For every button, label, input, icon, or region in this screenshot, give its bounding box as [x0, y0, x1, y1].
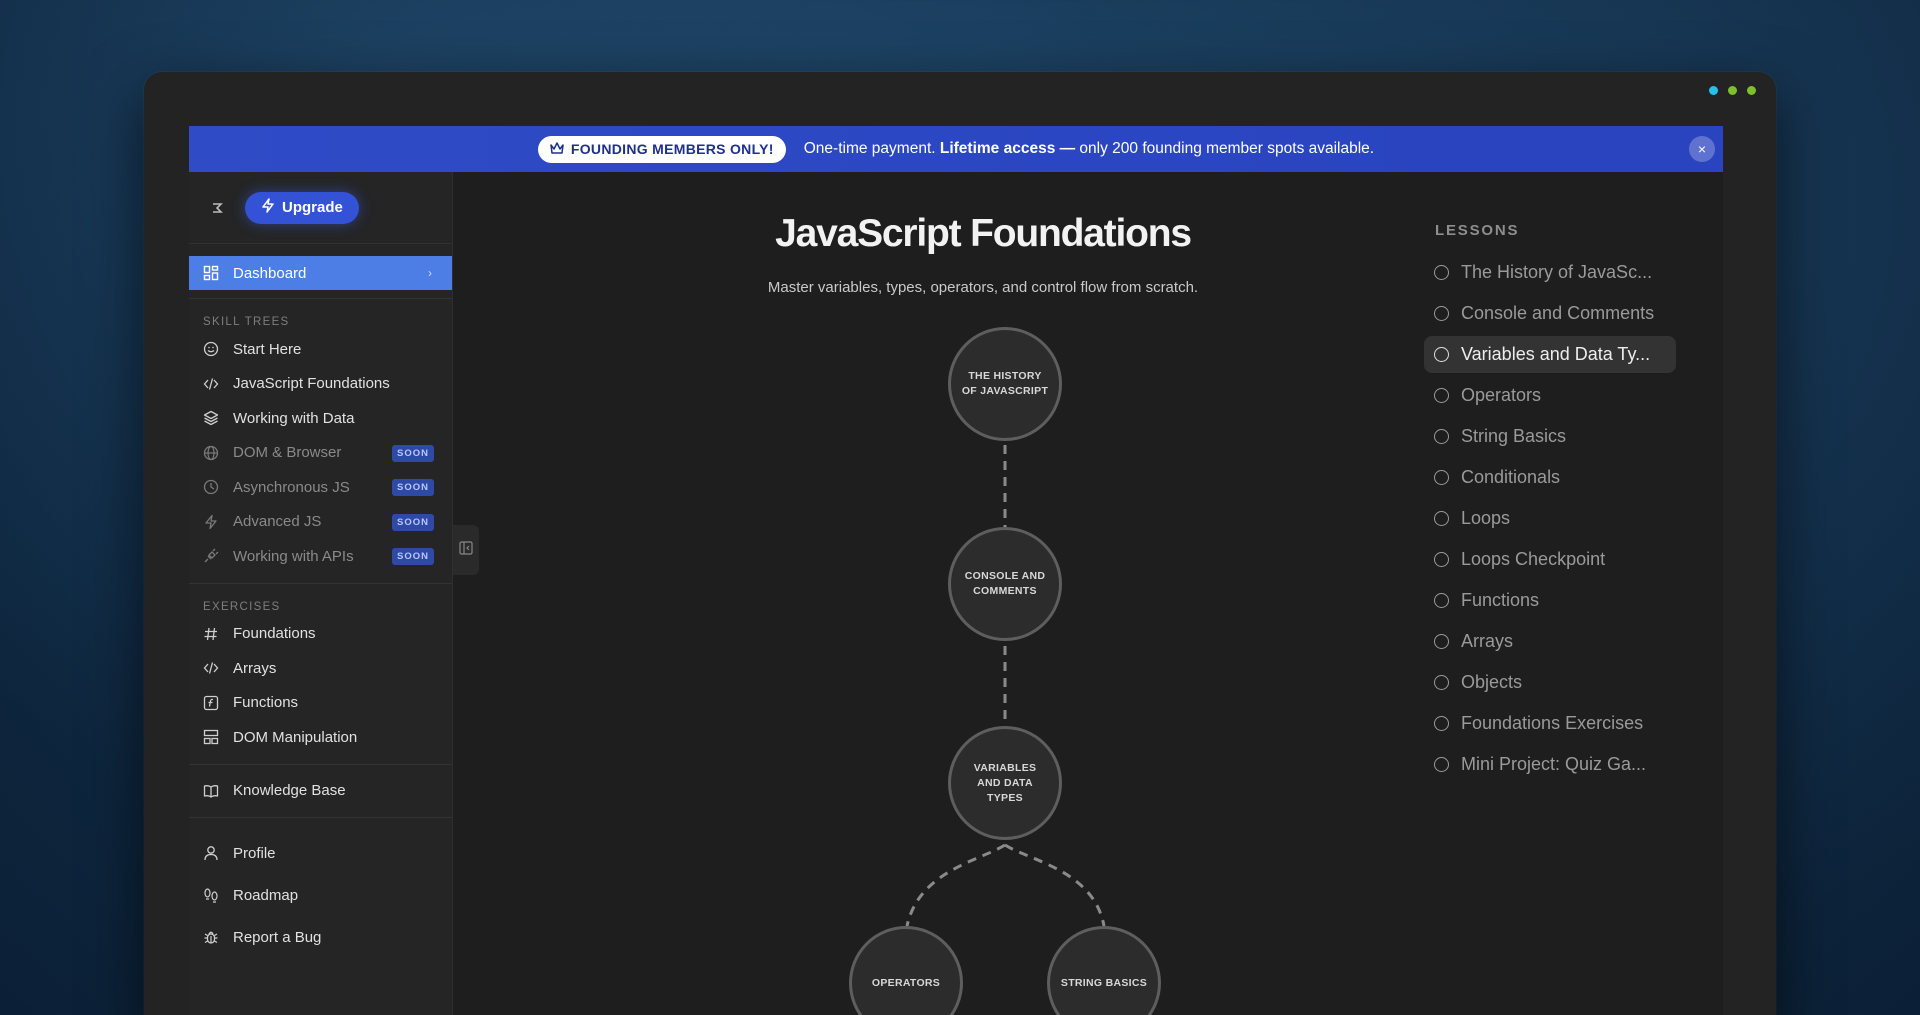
lesson-item[interactable]: Arrays — [1424, 623, 1676, 660]
lesson-item[interactable]: Loops Checkpoint — [1424, 541, 1676, 578]
lesson-item[interactable]: The History of JavaSc... — [1424, 254, 1676, 291]
lessons-panel: LESSONS The History of JavaSc... Console … — [1424, 222, 1694, 787]
skill-node-label: CONSOLE AND COMMENTS — [964, 570, 1046, 597]
window-dot-3[interactable] — [1747, 86, 1756, 95]
circle-icon — [1434, 716, 1449, 731]
lesson-label: Loops Checkpoint — [1461, 549, 1606, 569]
lesson-label: The History of JavaSc... — [1461, 262, 1653, 282]
lesson-label: Loops — [1461, 508, 1511, 528]
lesson-label: String Basics — [1461, 426, 1567, 446]
circle-icon — [1434, 757, 1449, 772]
window-controls — [1709, 86, 1756, 95]
lesson-label: Operators — [1461, 385, 1542, 405]
skill-node-label: VARIABLES AND DATA TYPES — [973, 761, 1037, 804]
connector-variables-operators — [905, 843, 1006, 927]
circle-icon — [1434, 634, 1449, 649]
skill-node-variables[interactable]: VARIABLES AND DATA TYPES — [948, 726, 1062, 840]
window-dot-1[interactable] — [1709, 86, 1718, 95]
circle-icon — [1434, 470, 1449, 485]
lesson-item[interactable]: Foundations Exercises — [1424, 705, 1676, 742]
lesson-list: The History of JavaSc... Console and Comm… — [1424, 254, 1694, 783]
lesson-label: Foundations Exercises — [1461, 713, 1644, 733]
lesson-item[interactable]: Loops — [1424, 500, 1676, 537]
circle-icon — [1434, 675, 1449, 690]
lesson-item[interactable]: Operators — [1424, 377, 1676, 414]
circle-icon — [1434, 347, 1449, 362]
skill-node-label: STRING BASICS — [1060, 976, 1148, 989]
lesson-item[interactable]: Variables and Data Ty... — [1424, 336, 1676, 373]
circle-icon — [1434, 306, 1449, 321]
lesson-item[interactable]: String Basics — [1424, 418, 1676, 455]
lesson-label: Conditionals — [1461, 467, 1561, 487]
lesson-item[interactable]: Functions — [1424, 582, 1676, 619]
window-dot-2[interactable] — [1728, 86, 1737, 95]
lesson-label: Variables and Data Ty... — [1461, 344, 1651, 364]
lesson-label: Functions — [1461, 590, 1540, 610]
lesson-label: Mini Project: Quiz Ga... — [1461, 754, 1647, 774]
skill-node-label: THE HISTORY OF JAVASCRIPT — [961, 370, 1049, 397]
circle-icon — [1434, 388, 1449, 403]
lesson-item[interactable]: Mini Project: Quiz Ga... — [1424, 746, 1676, 783]
lessons-heading: LESSONS — [1435, 222, 1520, 239]
lesson-item[interactable]: Conditionals — [1424, 459, 1676, 496]
lesson-label: Arrays — [1461, 631, 1514, 651]
circle-icon — [1434, 511, 1449, 526]
circle-icon — [1434, 265, 1449, 280]
skill-node-label: OPERATORS — [871, 976, 941, 989]
circle-icon — [1434, 593, 1449, 608]
app-content: FOUNDING MEMBERS ONLY! One-time payment.… — [189, 126, 1723, 1015]
connector-variables-string — [1004, 843, 1106, 927]
lesson-label: Objects — [1461, 672, 1523, 692]
lesson-item[interactable]: Console and Comments — [1424, 295, 1676, 332]
skill-node-history[interactable]: THE HISTORY OF JAVASCRIPT — [948, 327, 1062, 441]
lesson-label: Console and Comments — [1461, 303, 1655, 323]
lesson-item[interactable]: Objects — [1424, 664, 1676, 701]
circle-icon — [1434, 429, 1449, 444]
skill-node-console[interactable]: CONSOLE AND COMMENTS — [948, 527, 1062, 641]
circle-icon — [1434, 552, 1449, 567]
